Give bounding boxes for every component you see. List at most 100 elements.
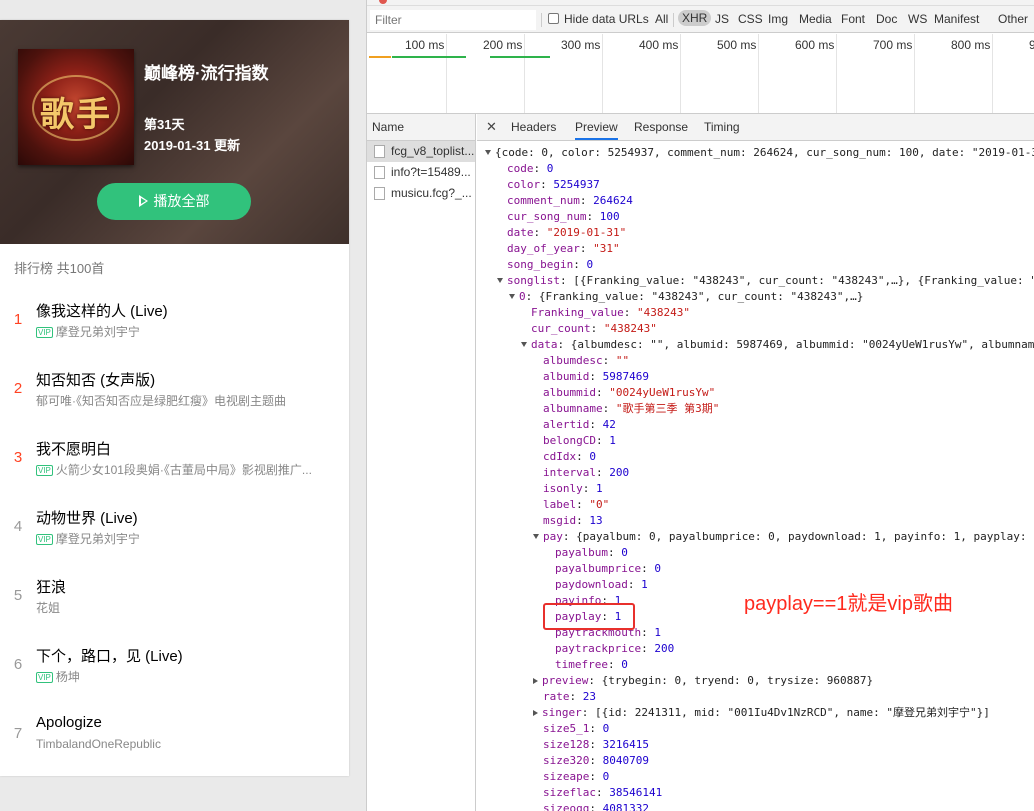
json-value: 1 [654,626,661,639]
json-value: 200 [654,642,675,655]
json-line: cur_count: "438243" [531,321,657,337]
request-row[interactable]: fcg_v8_toplist... [367,141,475,162]
filter-type-font[interactable]: Font [841,12,865,26]
request-rows: fcg_v8_toplist... info?t=15489... musicu.f… [367,141,475,204]
song-title[interactable]: 狂浪 [36,576,66,597]
song-artist-text[interactable]: 摩登兄弟刘宇宁 [56,532,140,546]
filter-type-doc[interactable]: Doc [876,12,897,26]
json-key: songlist [507,274,560,287]
expanded-triangle-icon[interactable] [521,342,527,347]
json-key: payalbumprice [555,562,642,575]
json-colon: : [590,322,604,335]
close-icon[interactable]: ✕ [486,119,497,135]
json-colon: : [641,642,655,655]
song-row[interactable]: 1 像我这样的人 (Live) VIP 摩登兄弟刘宇宁 [0,286,349,355]
song-row[interactable]: 7 Apologize TimbalandOneRepublic [0,700,349,769]
json-line[interactable]: data: {albumdesc: "", albumid: 5987469, … [521,337,1034,353]
filter-input[interactable] [370,10,536,30]
song-title[interactable]: 下个，路口，见 (Live) [36,645,183,666]
json-line: size5_1: 0 [543,721,609,737]
collapsed-triangle-icon[interactable] [533,678,538,684]
json-key: paytrackprice [555,642,642,655]
request-row[interactable]: musicu.fcg?_... [367,183,475,204]
song-artist: 郁可唯·《知否知否应是绿肥红瘦》电视剧主题曲 [36,392,286,409]
song-row[interactable]: 5 狂浪 花姐 [0,562,349,631]
expanded-triangle-icon[interactable] [509,294,515,299]
tab-preview[interactable]: Preview [575,120,618,140]
album-cover-image[interactable]: 歌手 [18,49,134,165]
timeline-gridline [836,34,837,113]
filter-type-css[interactable]: CSS [738,12,763,26]
json-value: 100 [599,210,620,223]
record-icon[interactable] [379,0,387,4]
hide-data-urls-checkbox[interactable]: Hide data URLs [548,12,649,26]
song-row[interactable]: 3 我不愿明白 VIP 火箭少女101段奥娟·《古董局中局》影视剧推广... [0,424,349,493]
json-value: 0 [589,450,596,463]
timeline-gridline [680,34,681,113]
song-row[interactable]: 2 知否知否 (女声版) 郁可唯·《知否知否应是绿肥红瘦》电视剧主题曲 [0,355,349,424]
timeline-tick-label: 500 ms [717,38,757,52]
json-line: albumdesc: "" [543,353,629,369]
tab-response[interactable]: Response [634,120,688,134]
json-key: cur_count [531,322,591,335]
checkbox-icon [548,13,559,24]
json-line: cdIdx: 0 [543,449,596,465]
song-artist-text[interactable]: 郁可唯·《知否知否应是绿肥红瘦》电视剧主题曲 [36,394,286,408]
name-column-header[interactable]: Name [367,114,475,141]
request-name: musicu.fcg?_... [391,186,472,200]
tab-headers[interactable]: Headers [511,120,556,134]
json-colon: : [582,482,596,495]
song-artist-text[interactable]: TimbalandOneRepublic [36,737,161,751]
vip-badge: VIP [36,465,53,476]
song-title[interactable]: 像我这样的人 (Live) [36,300,168,321]
json-value: 1 [596,482,603,495]
filter-type-xhr[interactable]: XHR [678,10,712,26]
song-title[interactable]: 动物世界 (Live) [36,507,138,528]
json-colon: : [581,706,595,719]
json-line: albummid: "0024yUeW1rusYw" [543,385,715,401]
json-colon: : [586,210,600,223]
json-value: {Franking_value: "438243", cur_count: "4… [538,290,864,303]
request-list: Name fcg_v8_toplist... info?t=15489... mus… [367,114,476,811]
filter-type-all[interactable]: All [655,12,668,26]
song-row[interactable]: 4 动物世界 (Live) VIP 摩登兄弟刘宇宁 [0,493,349,562]
json-colon: : [627,578,642,591]
json-key: size320 [543,754,590,767]
json-line[interactable]: singer: [{id: 2241311, mid: "001Iu4Dv1Nz… [533,705,990,721]
play-all-button[interactable]: 播放全部 [97,183,251,220]
filter-type-manifest[interactable]: Manifest [934,12,979,26]
json-line[interactable]: {code: 0, color: 5254937, comment_num: 2… [485,145,1034,161]
json-key: rate [543,690,570,703]
song-artist-text[interactable]: 火箭少女101段奥娟·《古董局中局》影视剧推广... [56,463,312,477]
song-title[interactable]: 知否知否 (女声版) [36,369,155,390]
json-value: 0 [621,546,628,559]
song-artist-text[interactable]: 花姐 [36,601,60,615]
expanded-triangle-icon[interactable] [533,534,539,539]
json-colon: : [576,498,590,511]
json-key: sizeogg [543,802,590,811]
json-value: 8040709 [602,754,649,767]
tab-timing[interactable]: Timing [704,120,740,134]
song-artist-text[interactable]: 摩登兄弟刘宇宁 [56,325,140,339]
json-line[interactable]: preview: {trybegin: 0, tryend: 0, trysiz… [533,673,873,689]
filter-type-img[interactable]: Img [768,12,788,26]
json-value: 0 [602,770,610,783]
song-artist-text[interactable]: 杨坤 [56,670,80,684]
filter-type-js[interactable]: JS [715,12,729,26]
json-line[interactable]: songlist: [{Franking_value: "438243", cu… [497,273,1034,289]
json-line[interactable]: 0: {Franking_value: "438243", cur_count:… [509,289,863,305]
json-line[interactable]: pay: {payalbum: 0, payalbumprice: 0, pay… [533,529,1034,545]
song-list: 1 像我这样的人 (Live) VIP 摩登兄弟刘宇宁 2 知否知否 (女声版) 郁可唯·《… [0,286,349,769]
song-title[interactable]: 我不愿明白 [36,438,111,459]
expanded-triangle-icon[interactable] [497,278,503,283]
filter-type-media[interactable]: Media [799,12,832,26]
song-title[interactable]: Apologize [36,714,102,731]
collapsed-triangle-icon[interactable] [533,710,538,716]
expanded-triangle-icon[interactable] [485,150,491,155]
filter-type-other[interactable]: Other [998,12,1028,26]
song-row[interactable]: 6 下个，路口，见 (Live) VIP 杨坤 [0,631,349,700]
json-value: "31" [593,242,620,255]
network-timeline[interactable]: 100 ms 200 ms 300 ms 400 ms 500 ms 600 ms 700 … [367,34,1034,114]
filter-type-ws[interactable]: WS [908,12,927,26]
request-row[interactable]: info?t=15489... [367,162,475,183]
